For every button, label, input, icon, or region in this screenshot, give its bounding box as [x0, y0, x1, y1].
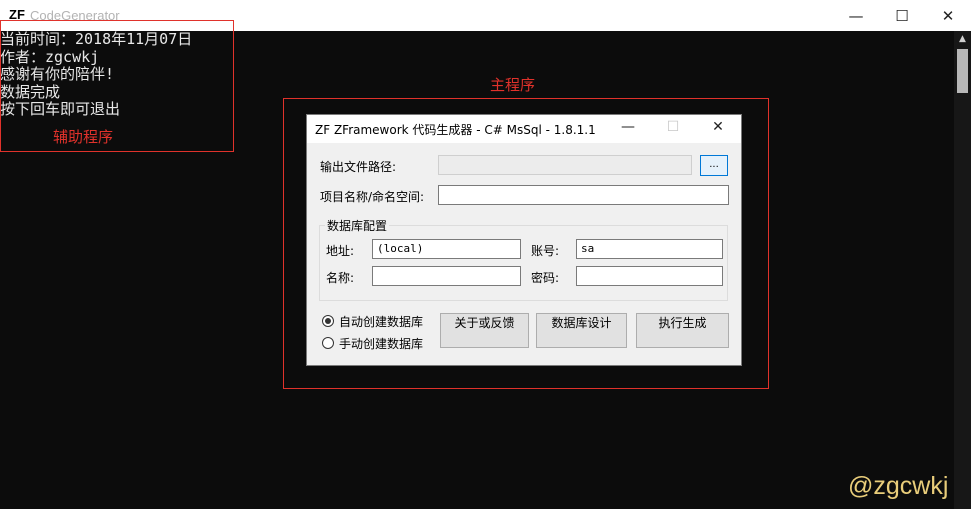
execute-generate-button[interactable]: 执行生成 [636, 313, 729, 348]
manual-create-db-label[interactable]: 手动创建数据库 [339, 335, 423, 352]
project-namespace-label: 项目名称/命名空间: [320, 190, 425, 204]
database-config-label: 数据库配置 [325, 217, 390, 234]
scroll-up-arrow-icon[interactable]: ▲ [954, 31, 971, 48]
dialog-maximize-button: ☐ [666, 119, 680, 135]
password-input[interactable] [576, 266, 723, 286]
console-scrollbar[interactable]: ▲ [954, 31, 971, 509]
database-config-group [319, 225, 728, 301]
dialog-close-button[interactable]: ✕ [703, 119, 733, 139]
address-input[interactable]: (local) [372, 239, 521, 259]
about-feedback-button[interactable]: 关于或反馈 [440, 313, 529, 348]
maximize-button[interactable]: ☐ [879, 0, 925, 31]
scrollbar-thumb[interactable] [957, 49, 968, 93]
account-input[interactable]: sa [576, 239, 723, 259]
account-label: 账号: [531, 244, 560, 258]
auto-create-db-radio[interactable] [322, 315, 334, 327]
auto-create-db-label[interactable]: 自动创建数据库 [339, 313, 423, 330]
browse-button[interactable]: ... [700, 155, 728, 176]
code-generator-dialog: ZF ZFramework 代码生成器 - C# MsSql - 1.8.1.1… [306, 114, 742, 366]
db-name-label: 名称: [326, 271, 355, 285]
output-path-label: 输出文件路径: [320, 160, 397, 174]
database-design-button[interactable]: 数据库设计 [536, 313, 627, 348]
helper-program-annotation-box [0, 20, 234, 152]
output-path-input[interactable] [438, 155, 692, 175]
helper-program-label: 辅助程序 [53, 128, 114, 146]
close-button[interactable]: ✕ [925, 0, 971, 31]
main-program-label: 主程序 [490, 76, 536, 94]
project-namespace-input[interactable] [438, 185, 729, 205]
minimize-button[interactable]: — [833, 0, 879, 31]
manual-create-db-radio[interactable] [322, 337, 334, 349]
address-label: 地址: [326, 244, 355, 258]
dialog-title: ZF ZFramework 代码生成器 - C# MsSql - 1.8.1.1 [315, 123, 596, 137]
dialog-minimize-button[interactable]: — [613, 119, 643, 139]
dialog-titlebar: ZF ZFramework 代码生成器 - C# MsSql - 1.8.1.1… [307, 115, 741, 143]
db-name-input[interactable] [372, 266, 521, 286]
watermark-text: @zgcwkj [848, 472, 949, 500]
password-label: 密码: [531, 271, 560, 285]
